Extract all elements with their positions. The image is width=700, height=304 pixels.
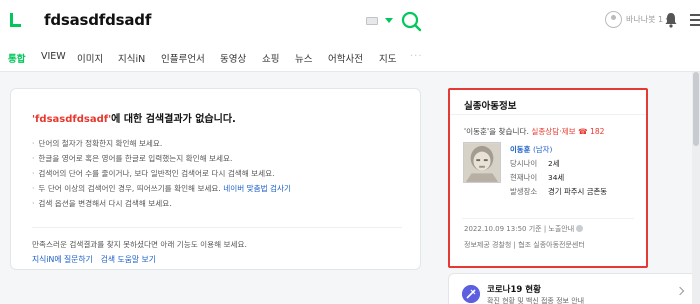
info-row: 발생장소 경기 파주시 금촌동	[510, 185, 607, 199]
child-name[interactable]: 이동훈 (남자)	[510, 143, 607, 157]
info-key: 당시나이	[510, 159, 538, 168]
tip-item: 단어의 철자가 정확한지 확인해 보세요.	[32, 136, 291, 151]
scrollbar-thumb[interactable]	[693, 72, 699, 146]
info-row: 당시나이 2세	[510, 157, 607, 171]
child-name-text[interactable]: 이동훈	[510, 145, 530, 154]
tip-item: 한글을 영어로 혹은 영어를 한글로 입력했는지 확인해 보세요.	[32, 151, 291, 166]
tip-item: 검색 옵션을 변경해서 다시 검색해 보세요.	[32, 196, 291, 211]
more-tabs-button[interactable]: ···	[410, 51, 423, 62]
child-photo[interactable]	[463, 142, 501, 183]
timestamp-line: 2022.10.09 13:50 기준 | 노출안내	[464, 224, 584, 234]
tab-shopping[interactable]: 쇼핑	[262, 51, 279, 65]
divider	[462, 218, 634, 219]
dropdown-caret-icon[interactable]	[385, 18, 393, 23]
tab-image[interactable]: 이미지	[77, 51, 103, 65]
corona-title: 코로나19 현황	[487, 285, 541, 295]
tab-map[interactable]: 지도	[379, 51, 396, 65]
info-value: 경기 파주시 금촌동	[548, 187, 608, 196]
missing-child-title: 실종아동정보	[464, 101, 517, 112]
bell-icon[interactable]	[664, 12, 678, 28]
provider-line: 정보제공 경찰청 | 협조 실종아동전문센터	[464, 241, 585, 249]
report-label[interactable]: 실종상담·제보	[531, 127, 575, 136]
exposure-info-link[interactable]: 노출안내	[548, 225, 574, 233]
no-result-message: 에 대한 검색결과가 없습니다.	[111, 114, 236, 125]
no-result-card: 'fdsasdfdsadf'에 대한 검색결과가 없습니다. 단어의 철자가 정…	[10, 88, 421, 270]
tip-item: 검색어의 단어 수를 줄이거나, 보다 일반적인 검색어로 다시 검색해 보세요…	[32, 166, 291, 181]
ask-kin-link[interactable]: 지식iN에 질문하기	[32, 255, 93, 264]
tab-news[interactable]: 뉴스	[295, 51, 312, 65]
phone-icon: ☎	[578, 127, 588, 136]
search-icon[interactable]	[400, 10, 422, 32]
find-line: '이동훈'을 찾습니다. 실종상담·제보 ☎ 182	[464, 126, 604, 137]
keyboard-icon[interactable]	[366, 17, 378, 25]
query-highlight: 'fdsasdfdsadf'	[32, 114, 112, 125]
scrollbar[interactable]	[692, 72, 700, 304]
cooperation: 실종아동전문센터	[533, 241, 585, 249]
timestamp: 2022.10.09 13:50 기준	[464, 225, 542, 233]
tab-influencer[interactable]: 인플루언서	[161, 51, 205, 65]
search-query-input[interactable]: fdsasdfdsadf	[44, 11, 151, 29]
child-info: 이동훈 (남자) 당시나이 2세 현재나이 34세 발생장소 경기 파주시 금촌동	[510, 143, 607, 199]
spellcheck-link[interactable]: 네이버 맞춤법 검사기	[223, 184, 291, 193]
provider: 경찰청	[492, 241, 512, 249]
no-result-heading: 'fdsasdfdsadf'에 대한 검색결과가 없습니다.	[32, 110, 236, 125]
child-gender: (남자)	[532, 145, 553, 154]
search-tabs: 통합 VIEW 이미지 지식iN 인플루언서 동영상 쇼핑 뉴스 어학사전 지도…	[0, 42, 700, 72]
search-tips-list: 단어의 철자가 정확한지 확인해 보세요. 한글을 영어로 혹은 영어를 한글로…	[32, 136, 291, 211]
search-help-link[interactable]: 검색 도움말 보기	[101, 255, 156, 264]
search-header: fdsasdfdsadf 바나나봇 1 ▾	[0, 0, 700, 42]
corona-subtitle: 확진 현황 및 백신 접종 정보 안내	[487, 297, 585, 304]
corona-icon	[462, 285, 480, 303]
help-links: 지식iN에 질문하기 검색 도움말 보기	[32, 254, 164, 265]
tab-video[interactable]: 동영상	[220, 51, 246, 65]
user-avatar[interactable]	[605, 11, 622, 28]
tab-dictionary[interactable]: 어학사전	[328, 51, 363, 65]
missing-child-card: 실종아동정보 '이동훈'을 찾습니다. 실종상담·제보 ☎ 182 이동훈 (남…	[448, 88, 648, 268]
tip-text: 두 단어 이상의 검색어인 경우, 띄어쓰기를 확인해 보세요.	[38, 184, 221, 193]
menu-icon[interactable]	[690, 13, 700, 27]
info-row: 현재나이 34세	[510, 171, 607, 185]
divider	[450, 114, 646, 115]
divider	[32, 227, 402, 228]
tab-view[interactable]: VIEW	[41, 51, 66, 62]
corona-card[interactable]: 코로나19 현황 확진 현황 및 백신 접종 정보 안내	[448, 273, 696, 304]
info-key: 발생장소	[510, 187, 538, 196]
find-text: '이동훈'을 찾습니다.	[464, 127, 529, 136]
tab-kin[interactable]: 지식iN	[118, 51, 145, 65]
info-value: 2세	[548, 159, 560, 168]
provider-label: 정보제공	[464, 241, 490, 249]
naver-logo-icon[interactable]	[9, 12, 22, 28]
info-key: 현재나이	[510, 173, 538, 182]
tab-integrated[interactable]: 통합	[8, 51, 25, 65]
report-number[interactable]: 182	[590, 127, 605, 136]
tip-item: 두 단어 이상의 검색어인 경우, 띄어쓰기를 확인해 보세요. 네이버 맞춤법…	[32, 181, 291, 196]
cooperation-label: 협조	[518, 241, 532, 249]
info-icon[interactable]	[576, 225, 584, 232]
chevron-right-icon[interactable]	[675, 286, 685, 296]
help-text: 만족스러운 검색결과를 찾지 못하셨다면 아래 기능도 이용해 보세요.	[32, 240, 247, 249]
info-value: 34세	[548, 173, 565, 182]
